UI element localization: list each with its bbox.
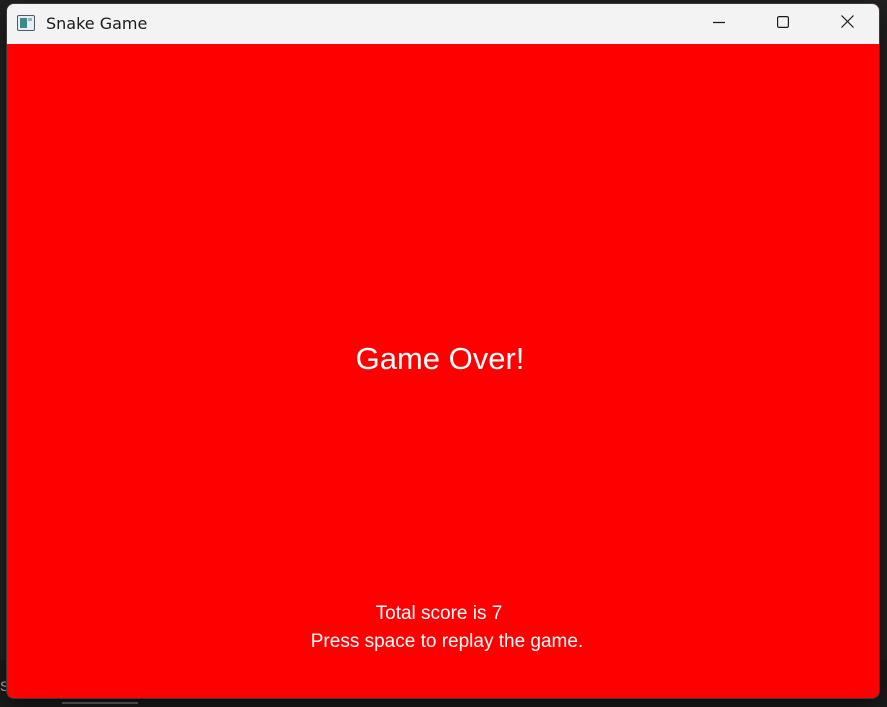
desktop-background: S Snake Game Game Over! Total score is 7… <box>0 0 887 707</box>
replay-instruction: Press space to replay the game. <box>310 631 584 652</box>
window-app-icon <box>17 15 35 31</box>
background-tab-indicator <box>62 702 138 704</box>
window-title: Snake Game <box>46 14 148 33</box>
maximize-icon <box>777 15 790 33</box>
close-button[interactable] <box>815 4 879 44</box>
maximize-button[interactable] <box>751 4 815 44</box>
game-canvas[interactable]: Game Over! Total score is 7 Press space … <box>7 44 879 698</box>
minimize-icon <box>713 15 725 33</box>
snake-game-window: Snake Game Game Over! Total score is 7 P… <box>7 4 879 698</box>
game-over-heading: Game Over! <box>355 341 525 376</box>
minimize-button[interactable] <box>687 4 751 44</box>
close-icon <box>840 15 854 33</box>
title-bar[interactable]: Snake Game <box>7 4 879 44</box>
total-score-text: Total score is 7 <box>375 603 503 624</box>
